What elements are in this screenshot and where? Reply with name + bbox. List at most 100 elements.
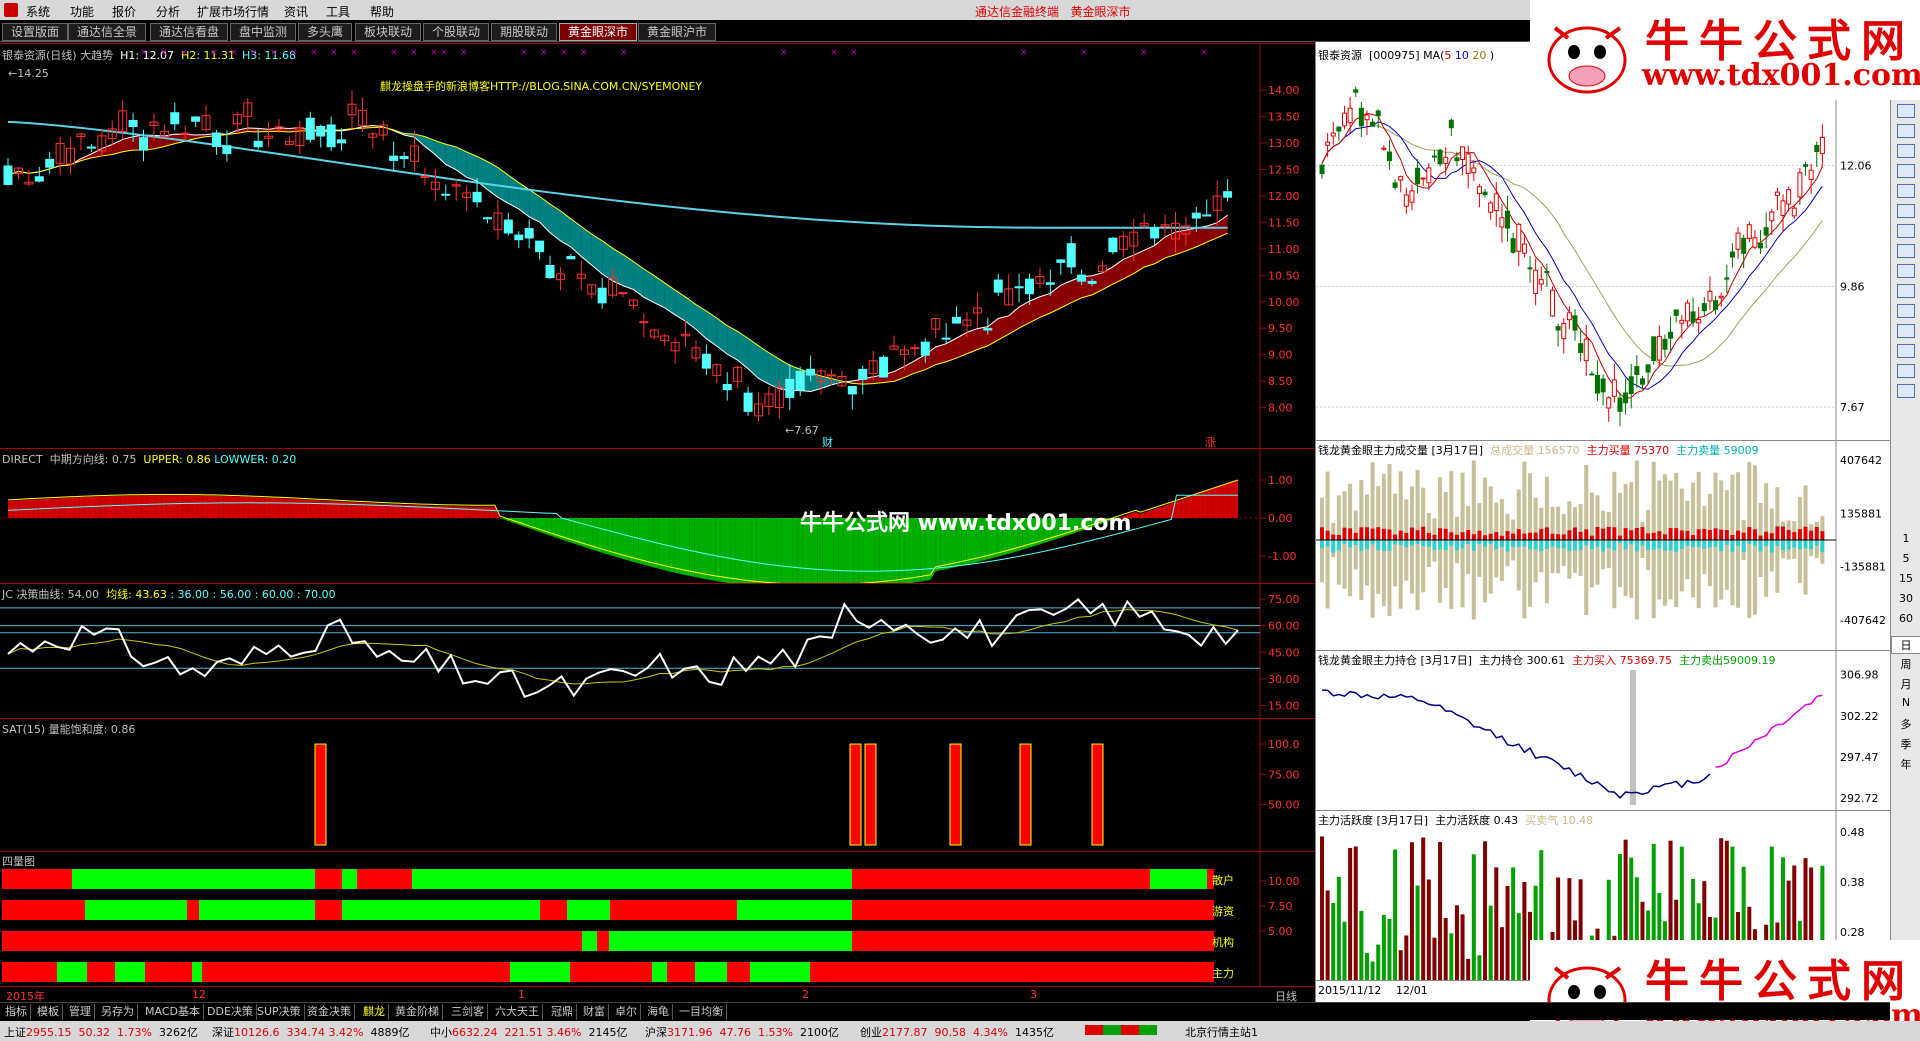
direct-fill — [207, 495, 213, 518]
period-year[interactable]: 年 — [1891, 756, 1920, 772]
indicator-tab-1[interactable]: 模板 — [34, 1004, 63, 1020]
rk-body — [1330, 132, 1336, 137]
menu-tools[interactable]: 工具 — [326, 3, 350, 20]
indicator-tab-12[interactable]: 冠鼎 — [548, 1004, 577, 1020]
menu-function[interactable]: 功能 — [70, 3, 94, 20]
candle-body — [180, 132, 190, 135]
candle-body — [253, 140, 263, 148]
candle-body — [337, 139, 347, 144]
rv-sell-bar — [1325, 540, 1330, 547]
tool-icon-7[interactable] — [1897, 224, 1915, 238]
indicator-tab-13[interactable]: 财富 — [580, 1004, 609, 1020]
period-multi[interactable]: 多 — [1891, 716, 1920, 732]
period-week[interactable]: 周 — [1891, 656, 1920, 672]
period-60min[interactable]: 60 — [1891, 612, 1920, 625]
four-row-3-segment — [727, 962, 750, 982]
status-shenzhen: 深证10126.6 334.74 3.42% 4889亿 — [212, 1026, 410, 1039]
rv-sell-bar — [1707, 540, 1712, 548]
rk-body — [1645, 364, 1651, 373]
tab-tdx-watch[interactable]: 通达信看盘 — [150, 23, 229, 41]
tool-icon-14[interactable] — [1897, 364, 1915, 378]
indicator-tab-10[interactable]: 三剑客 — [448, 1004, 488, 1020]
menu-system[interactable]: 系统 — [26, 3, 50, 20]
direct-fill — [243, 496, 249, 518]
tool-icon-8[interactable] — [1897, 244, 1915, 258]
rk-body — [1578, 343, 1584, 354]
tool-icon-11[interactable] — [1897, 304, 1915, 318]
direct-fill — [23, 499, 29, 518]
rv-sell-bar — [1348, 540, 1353, 548]
indicator-tab-0[interactable]: 指标 — [2, 1004, 31, 1020]
indicator-tab-5[interactable]: DDE决策 — [204, 1004, 257, 1020]
indicator-tab-7[interactable]: 资金决策 — [304, 1004, 355, 1020]
indicator-tab-3[interactable]: 另存为 — [98, 1004, 138, 1020]
menu-info[interactable]: 资讯 — [284, 3, 308, 20]
tab-settings-layout[interactable]: 设置版面 — [2, 23, 69, 41]
tab-stock-link[interactable]: 个股联动 — [423, 23, 490, 41]
rv-sell-bar — [1353, 540, 1358, 545]
period-day[interactable]: 日 — [1891, 636, 1920, 654]
tool-icon-2[interactable] — [1897, 124, 1915, 138]
tool-icon-4[interactable] — [1897, 164, 1915, 178]
indicator-tab-6[interactable]: SUP决策 — [254, 1004, 305, 1020]
period-month[interactable]: 月 — [1891, 676, 1920, 692]
tool-icon-15[interactable] — [1897, 384, 1915, 398]
four-row-1-segment — [187, 900, 199, 920]
direct-fill — [725, 518, 731, 583]
indicator-tab-4[interactable]: MACD基本 — [142, 1004, 204, 1020]
menu-extended-market[interactable]: 扩展市场行情 — [197, 3, 269, 20]
indicator-tab-9[interactable]: 黄金阶梯 — [392, 1004, 443, 1020]
indicator-tab-2[interactable]: 管理 — [66, 1004, 95, 1020]
tab-bull-eagle[interactable]: 多头鹰 — [298, 23, 353, 41]
tool-icon-9[interactable] — [1897, 264, 1915, 278]
candle-body — [545, 265, 555, 279]
tab-golden-eye-sh[interactable]: 黄金眼沪市 — [638, 23, 717, 41]
period-30min[interactable]: 30 — [1891, 592, 1920, 605]
period-15min[interactable]: 15 — [1891, 572, 1920, 585]
tool-icon-3[interactable] — [1897, 144, 1915, 158]
tab-golden-eye-sz[interactable]: 黄金眼深市 — [559, 23, 638, 41]
tool-icon-12[interactable] — [1897, 324, 1915, 338]
indicator-tab-16[interactable]: 一目均衡 — [676, 1004, 727, 1020]
indicator-tab-14[interactable]: 卓尔 — [612, 1004, 641, 1020]
candle-body — [34, 176, 44, 182]
x-label-3: 3 — [1030, 988, 1037, 1001]
menu-analysis[interactable]: 分析 — [156, 3, 180, 20]
four-row-1-segment — [85, 900, 187, 920]
period-1min[interactable]: 1 — [1891, 532, 1920, 545]
indicator-tab-8[interactable]: 麒龙 — [360, 1004, 389, 1020]
candle-body — [639, 321, 649, 324]
tool-icon-13[interactable] — [1897, 344, 1915, 358]
rv-buy-bar — [1494, 532, 1499, 540]
direct-fill — [766, 518, 772, 583]
period-quarter[interactable]: 季 — [1891, 736, 1920, 752]
rv-sell-bar — [1499, 540, 1504, 548]
period-n[interactable]: N — [1891, 696, 1920, 709]
menu-quote[interactable]: 报价 — [112, 3, 136, 20]
direct-fill — [197, 495, 203, 518]
candle-body — [1191, 212, 1201, 219]
top-marker: × — [560, 48, 568, 58]
tab-intraday-monitor[interactable]: 盘中监测 — [230, 23, 297, 41]
tool-icon-5[interactable] — [1897, 184, 1915, 198]
direct-fill — [607, 518, 613, 556]
direct-fill — [459, 506, 465, 518]
rv-sell-bar — [1533, 540, 1538, 550]
server-name[interactable]: 北京行情主站1 — [1185, 1024, 1258, 1040]
period-5min[interactable]: 5 — [1891, 552, 1920, 565]
candle-body — [952, 316, 962, 324]
tab-sector-link[interactable]: 板块联动 — [355, 23, 422, 41]
tab-tdx-panorama[interactable]: 通达信全景 — [68, 23, 147, 41]
rk-body — [1808, 169, 1814, 180]
indicator-tab-15[interactable]: 海龟 — [644, 1004, 673, 1020]
indicator-tab-11[interactable]: 六大天王 — [492, 1004, 543, 1020]
tool-icon-6[interactable] — [1897, 204, 1915, 218]
rk-body — [1583, 338, 1589, 362]
tool-icon-1[interactable] — [1897, 104, 1915, 118]
direct-fill — [248, 496, 254, 518]
direct-fill — [192, 495, 198, 518]
tab-futures-link[interactable]: 期股联动 — [491, 23, 558, 41]
menu-help[interactable]: 帮助 — [370, 3, 394, 20]
tool-icon-10[interactable] — [1897, 284, 1915, 298]
rk-body — [1319, 164, 1325, 174]
